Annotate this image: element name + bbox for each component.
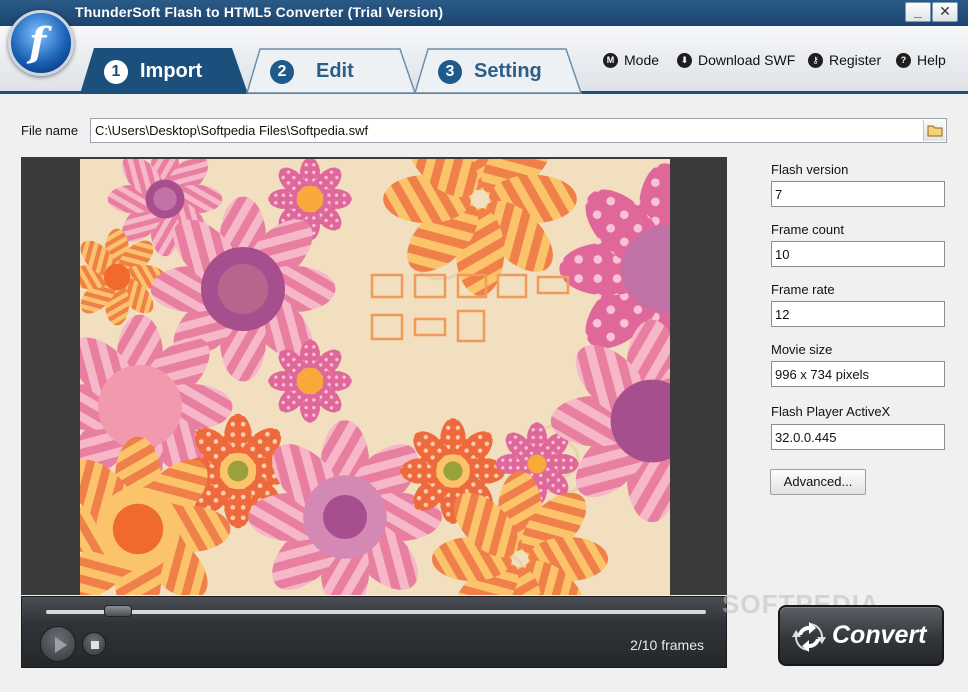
mode-icon: M — [603, 52, 618, 68]
tab-edit-label: Edit — [316, 60, 354, 82]
advanced-button[interactable]: Advanced... — [770, 469, 866, 495]
help-icon: ? — [896, 52, 911, 68]
convert-refresh-icon — [792, 622, 826, 652]
folder-icon — [927, 125, 943, 137]
activex-label: Flash Player ActiveX — [771, 404, 891, 419]
tab-edit[interactable]: 2 Edit — [246, 48, 416, 94]
tab-import-number: 1 — [104, 60, 128, 84]
tab-import[interactable]: 1 Import — [80, 48, 248, 94]
tab-import-label: Import — [140, 60, 203, 82]
download-swf-menu-item[interactable]: ⬇ Download SWF — [677, 52, 795, 68]
key-icon: ⚷ — [808, 52, 823, 68]
frame-rate-label: Frame rate — [771, 282, 835, 297]
convert-button[interactable]: Convert — [778, 605, 944, 666]
convert-label: Convert — [832, 621, 927, 649]
download-swf-label: Download SWF — [698, 52, 796, 68]
register-label: Register — [829, 52, 882, 68]
help-label: Help — [917, 52, 946, 68]
app-logo: f — [8, 10, 74, 76]
player-controls: 2/10 frames — [21, 596, 727, 668]
title-bar: ThunderSoft Flash to HTML5 Converter (Tr… — [0, 0, 968, 26]
flash-version-label: Flash version — [771, 162, 849, 177]
tab-setting-label: Setting — [474, 60, 542, 82]
frame-count-label: Frame count — [771, 222, 844, 237]
tab-edit-number: 2 — [270, 60, 294, 84]
activex-field: 32.0.0.445 — [771, 424, 945, 450]
frame-counter: 2/10 frames — [630, 637, 704, 653]
close-button[interactable]: ✕ — [932, 2, 958, 22]
mode-menu-item[interactable]: M Mode — [603, 52, 659, 68]
register-menu-item[interactable]: ⚷ Register — [808, 52, 881, 68]
movie-size-label: Movie size — [771, 342, 833, 357]
mode-label: Mode — [624, 52, 660, 68]
file-name-field[interactable]: C:\Users\Desktop\Softpedia Files\Softped… — [90, 118, 947, 143]
play-icon — [55, 637, 67, 653]
frame-rate-field: 12 — [771, 301, 945, 327]
seek-track[interactable] — [46, 610, 706, 614]
flash-stage[interactable] — [80, 159, 670, 595]
window-title: ThunderSoft Flash to HTML5 Converter (Tr… — [75, 4, 444, 20]
tab-setting-number: 3 — [438, 60, 462, 84]
tab-setting[interactable]: 3 Setting — [414, 48, 582, 94]
flower-artwork — [80, 159, 670, 595]
download-icon: ⬇ — [677, 52, 692, 68]
minimize-button[interactable]: _ — [905, 2, 931, 22]
stop-button[interactable] — [82, 632, 106, 656]
stop-icon — [91, 641, 99, 649]
play-button[interactable] — [40, 626, 76, 662]
flash-version-field: 7 — [771, 181, 945, 207]
frame-count-field: 10 — [771, 241, 945, 267]
browse-folder-button[interactable] — [923, 120, 945, 141]
file-name-label: File name — [21, 123, 79, 138]
seek-thumb[interactable] — [104, 605, 132, 617]
preview-area — [21, 157, 727, 595]
movie-size-field: 996 x 734 pixels — [771, 361, 945, 387]
help-menu-item[interactable]: ? Help — [896, 52, 946, 68]
